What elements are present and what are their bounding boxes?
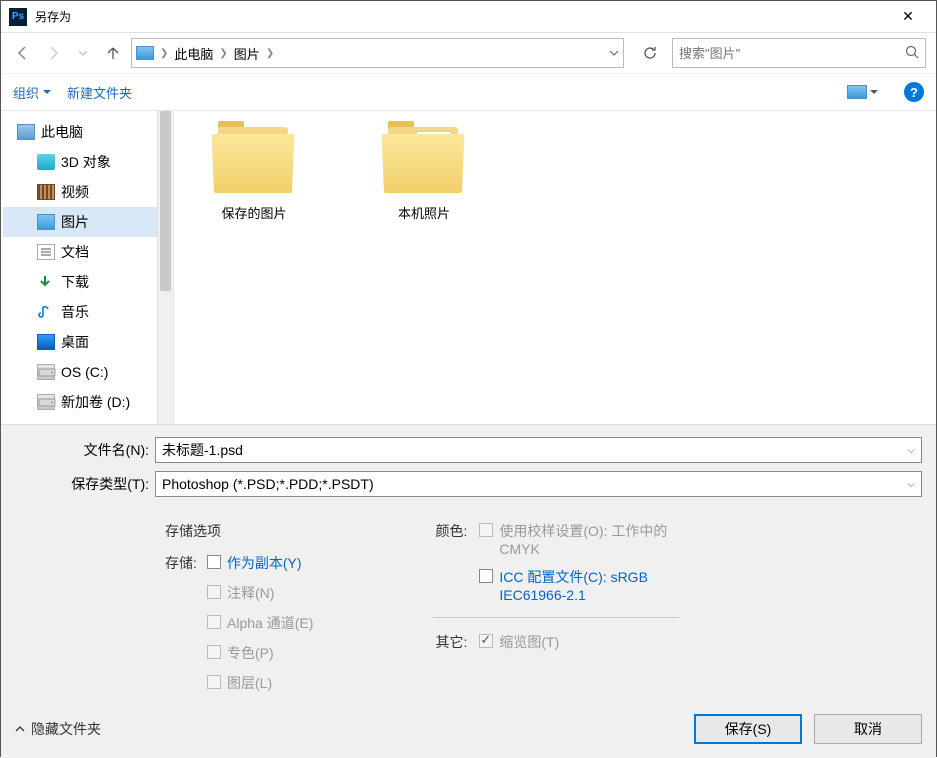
scrollbar[interactable] <box>157 111 173 424</box>
sidebar-item-label: 新加卷 (D:) <box>61 392 130 412</box>
pic-icon <box>37 214 55 230</box>
sidebar-item-label: 图片 <box>61 212 89 232</box>
filetype-select[interactable]: Photoshop (*.PSD;*.PDD;*.PSDT)⌵ <box>155 471 922 497</box>
window-title: 另存为 <box>35 8 888 25</box>
alpha-label: Alpha 通道(E) <box>227 613 313 633</box>
save-options: 存储选项 存储:作为副本(Y) 注释(N) Alpha 通道(E) 专色(P) … <box>15 505 922 693</box>
folder-icon <box>380 127 468 197</box>
drive-icon <box>37 394 55 410</box>
chevron-right-icon: ❯ <box>160 48 168 59</box>
folder-label: 保存的图片 <box>221 203 286 222</box>
forward-button[interactable] <box>41 41 65 65</box>
back-button[interactable] <box>11 41 35 65</box>
search-icon <box>905 45 919 62</box>
dl-icon <box>37 274 55 290</box>
recent-dropdown[interactable] <box>71 41 95 65</box>
nav-tree: 此电脑 3D 对象视频图片文档下载音乐桌面 OS (C:) 新加卷 (D:) <box>1 111 158 423</box>
search-box[interactable] <box>672 38 926 68</box>
spot-checkbox <box>207 645 221 659</box>
filename-input[interactable]: 未标题-1.psd⌵ <box>155 437 922 463</box>
sidebar-item-3d[interactable]: 3D 对象 <box>3 147 158 177</box>
search-input[interactable] <box>679 46 905 61</box>
sidebar-item-desk[interactable]: 桌面 <box>3 327 158 357</box>
sidebar-item-pc[interactable]: 此电脑 <box>3 117 158 147</box>
desk-icon <box>37 334 55 350</box>
icc-checkbox[interactable] <box>479 569 493 583</box>
annotations-label: 注释(N) <box>227 583 274 603</box>
sidebar-item-drive[interactable]: OS (C:) <box>3 357 158 387</box>
scroll-thumb[interactable] <box>160 111 171 291</box>
thumbnail-label: 缩览图(T) <box>499 632 559 652</box>
close-button[interactable]: ✕ <box>888 2 928 32</box>
address-bar[interactable]: ❯ 此电脑 ❯ 图片 ❯ <box>131 38 624 68</box>
storage-options-title: 存储选项 <box>165 521 313 541</box>
new-folder-button[interactable]: 新建文件夹 <box>67 83 132 102</box>
sidebar: 此电脑 3D 对象视频图片文档下载音乐桌面 OS (C:) 新加卷 (D:) <box>1 111 174 424</box>
video-icon <box>37 184 55 200</box>
3d-icon <box>37 154 55 170</box>
sidebar-item-music[interactable]: 音乐 <box>3 297 158 327</box>
sidebar-item-label: 文档 <box>61 242 89 262</box>
folder-content[interactable]: 保存的图片 本机照片 <box>174 111 936 424</box>
footer: 隐藏文件夹 保存(S) 取消 <box>15 714 922 744</box>
location-icon <box>136 46 154 60</box>
save-button[interactable]: 保存(S) <box>694 714 802 744</box>
filename-label: 文件名(N): <box>15 440 155 460</box>
refresh-button[interactable] <box>634 38 666 68</box>
sidebar-item-label: 3D 对象 <box>61 152 111 172</box>
drive-icon <box>37 364 55 380</box>
up-button[interactable] <box>101 41 125 65</box>
cancel-button[interactable]: 取消 <box>814 714 922 744</box>
sidebar-item-pic[interactable]: 图片 <box>3 207 158 237</box>
folder-label: 本机照片 <box>398 203 450 222</box>
app-icon: Ps <box>9 8 27 26</box>
sidebar-item-label: 下载 <box>61 272 89 292</box>
as-copy-label: 作为副本(Y) <box>227 553 302 573</box>
icc-label: ICC 配置文件(C): sRGB IEC61966-2.1 <box>499 567 679 603</box>
folder-icon <box>210 127 298 197</box>
sidebar-item-dl[interactable]: 下载 <box>3 267 158 297</box>
chevron-right-icon: ❯ <box>266 48 274 59</box>
sidebar-item-label: 此电脑 <box>41 122 83 142</box>
as-copy-checkbox[interactable] <box>207 555 221 569</box>
chevron-right-icon: ❯ <box>219 48 227 59</box>
sidebar-item-video[interactable]: 视频 <box>3 177 158 207</box>
pc-icon <box>17 124 35 140</box>
proof-label: 使用校样设置(O): 工作中的 CMYK <box>499 521 669 557</box>
titlebar: Ps 另存为 ✕ <box>1 1 936 33</box>
breadcrumb-folder[interactable]: 图片 <box>234 44 260 63</box>
sidebar-item-doc[interactable]: 文档 <box>3 237 158 267</box>
sidebar-item-label: OS (C:) <box>61 364 108 380</box>
annotations-checkbox <box>207 585 221 599</box>
bottom-panel: 文件名(N): 未标题-1.psd⌵ 保存类型(T): Photoshop (*… <box>1 424 936 758</box>
toolbar: 组织 新建文件夹 ? <box>1 73 936 111</box>
sidebar-item-label: 音乐 <box>61 302 89 322</box>
breadcrumb-root[interactable]: 此电脑 <box>174 44 213 63</box>
sidebar-item-drive[interactable]: 新加卷 (D:) <box>3 387 158 417</box>
chevron-down-icon[interactable] <box>609 48 619 58</box>
doc-icon <box>37 244 55 260</box>
chevron-up-icon <box>15 724 25 734</box>
hide-folders-toggle[interactable]: 隐藏文件夹 <box>15 719 101 739</box>
sidebar-item-label: 视频 <box>61 182 89 202</box>
organize-menu[interactable]: 组织 <box>13 83 51 102</box>
filetype-label: 保存类型(T): <box>15 474 155 494</box>
folder-item[interactable]: 本机照片 <box>364 127 484 222</box>
view-mode-button[interactable] <box>847 85 878 99</box>
sidebar-item-label: 桌面 <box>61 332 89 352</box>
nav-bar: ❯ 此电脑 ❯ 图片 ❯ <box>1 33 936 73</box>
body-area: 此电脑 3D 对象视频图片文档下载音乐桌面 OS (C:) 新加卷 (D:) 保存的图… <box>1 111 936 424</box>
layers-checkbox <box>207 675 221 689</box>
spot-label: 专色(P) <box>227 643 274 663</box>
alpha-checkbox <box>207 615 221 629</box>
proof-checkbox <box>479 523 493 537</box>
chevron-down-icon[interactable]: ⌵ <box>907 479 915 490</box>
music-icon <box>37 304 55 320</box>
help-button[interactable]: ? <box>904 82 924 102</box>
thumbnail-checkbox <box>479 634 493 648</box>
folder-item[interactable]: 保存的图片 <box>194 127 314 222</box>
chevron-down-icon[interactable]: ⌵ <box>907 445 915 456</box>
layers-label: 图层(L) <box>227 673 272 693</box>
